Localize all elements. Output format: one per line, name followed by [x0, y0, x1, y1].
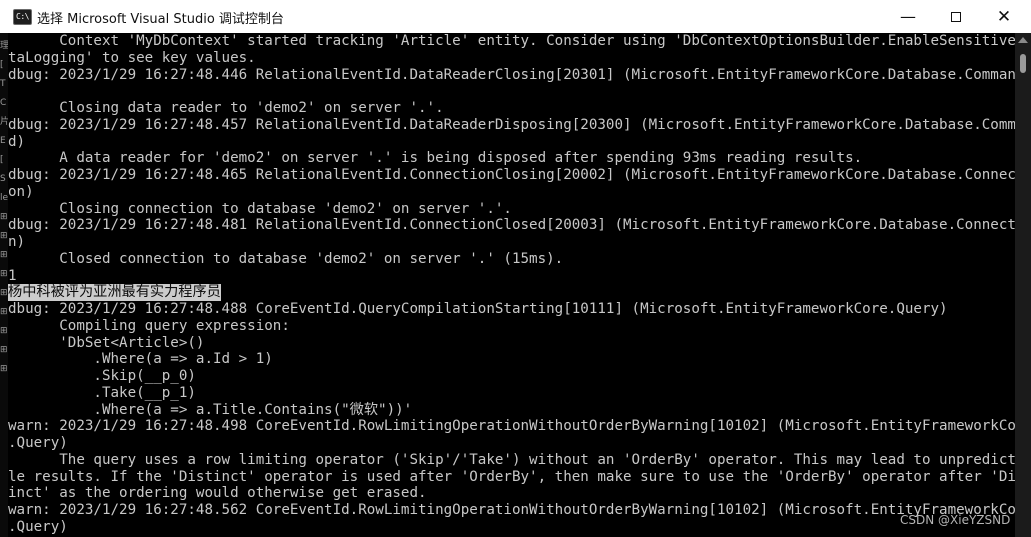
background-glyph: [ — [0, 60, 4, 70]
console-line: .Skip(__p_0) — [8, 368, 196, 384]
console-app-icon[interactable]: C:\ — [13, 9, 32, 25]
console-line: le results. If the 'Distinct' operator i… — [8, 468, 1015, 485]
scroll-up-arrow-icon[interactable] — [1018, 37, 1028, 43]
background-glyph: ⊞ — [0, 231, 8, 241]
background-glyph: [ — [0, 155, 4, 165]
background-glyph: le — [0, 193, 8, 203]
console-line: The query uses a row limiting operator (… — [8, 451, 1015, 468]
console-line: d) — [8, 133, 26, 150]
background-glyph: ⊞ — [0, 326, 8, 336]
background-glyph: ⊞ — [0, 288, 8, 298]
close-button[interactable]: ✕ — [981, 0, 1027, 33]
background-glyph: ⊞ — [0, 250, 8, 260]
console-line: taLogging' to see key values. — [8, 49, 256, 66]
console-line: Closing data reader to 'demo2' on server… — [8, 100, 444, 116]
close-icon: ✕ — [996, 6, 1012, 27]
console-line: dbug: 2023/1/29 16:27:48.481 RelationalE… — [8, 217, 1015, 234]
background-glyph: ⊞ — [0, 269, 8, 279]
console-line: Compiling query expression: — [8, 317, 290, 334]
console-line: .Query) — [8, 518, 68, 535]
background-glyph: C — [0, 98, 7, 108]
console-line: warn: 2023/1/29 16:27:48.498 CoreEventId… — [8, 418, 1015, 435]
console-output[interactable]: Context 'MyDbContext' started tracking '… — [8, 33, 1015, 537]
console-line: dbug: 2023/1/29 16:27:48.465 RelationalE… — [8, 167, 1015, 183]
background-glyph: 片 — [0, 117, 8, 127]
console-line: .Where(a => a.Id > 1) — [8, 351, 273, 368]
background-glyph: ⊞ — [0, 307, 8, 317]
console-line: .Query) — [8, 435, 68, 451]
console-line: warn: 2023/1/29 16:27:48.562 CoreEventId… — [8, 502, 1015, 518]
console-line: Context 'MyDbContext' started tracking '… — [8, 33, 1015, 49]
console-line: 'DbSet<Article>() — [8, 334, 205, 351]
background-glyph: S — [0, 174, 6, 184]
console-line: Closing connection to database 'demo2' o… — [8, 200, 512, 217]
vertical-scrollbar[interactable] — [1015, 33, 1031, 537]
console-line: Closed connection to database 'demo2' on… — [8, 250, 564, 267]
console-line: 1 — [8, 267, 17, 284]
console-line: .Take(__p_1) — [8, 384, 196, 401]
title-bar[interactable]: C:\ 选择 Microsoft Visual Studio 调试控制台 — ✕ — [0, 0, 1031, 34]
background-glyph: ⊞ — [0, 212, 8, 222]
console-line: .Where(a => a.Title.Contains("微软"))' — [8, 401, 413, 418]
background-window-strip: 理 [ T C 片 E [ Sle ⊞ ⊞ ⊞ ⊞ ⊞ ⊞ ⊞ ⊞ ⊞ — [0, 33, 8, 537]
selected-console-line: 杨中科被评为亚洲最有实力程序员 — [8, 284, 221, 302]
maximize-button[interactable] — [933, 0, 979, 33]
minimize-button[interactable]: — — [885, 0, 931, 33]
scroll-thumb[interactable] — [1020, 54, 1026, 73]
console-line: on) — [8, 183, 34, 200]
maximize-icon — [951, 11, 961, 22]
window-title: 选择 Microsoft Visual Studio 调试控制台 — [37, 12, 284, 27]
console-line: dbug: 2023/1/29 16:27:48.446 RelationalE… — [8, 66, 1015, 83]
background-glyph: E — [0, 136, 6, 146]
watermark: CSDN @XieYZSND — [900, 513, 1011, 527]
console-line: inct' as the ordering would otherwise ge… — [8, 485, 427, 502]
background-glyph: 理 — [0, 41, 8, 51]
console-line: n) — [8, 234, 26, 250]
background-glyph: ⊞ — [0, 364, 8, 374]
console-line: A data reader for 'demo2' on server '.' … — [8, 150, 863, 167]
console-line: dbug: 2023/1/29 16:27:48.488 CoreEventId… — [8, 301, 948, 317]
minimize-icon: — — [900, 7, 916, 26]
console-line: dbug: 2023/1/29 16:27:48.457 RelationalE… — [8, 116, 1015, 133]
background-glyph: ⊞ — [0, 345, 8, 355]
background-glyph: T — [0, 79, 6, 89]
